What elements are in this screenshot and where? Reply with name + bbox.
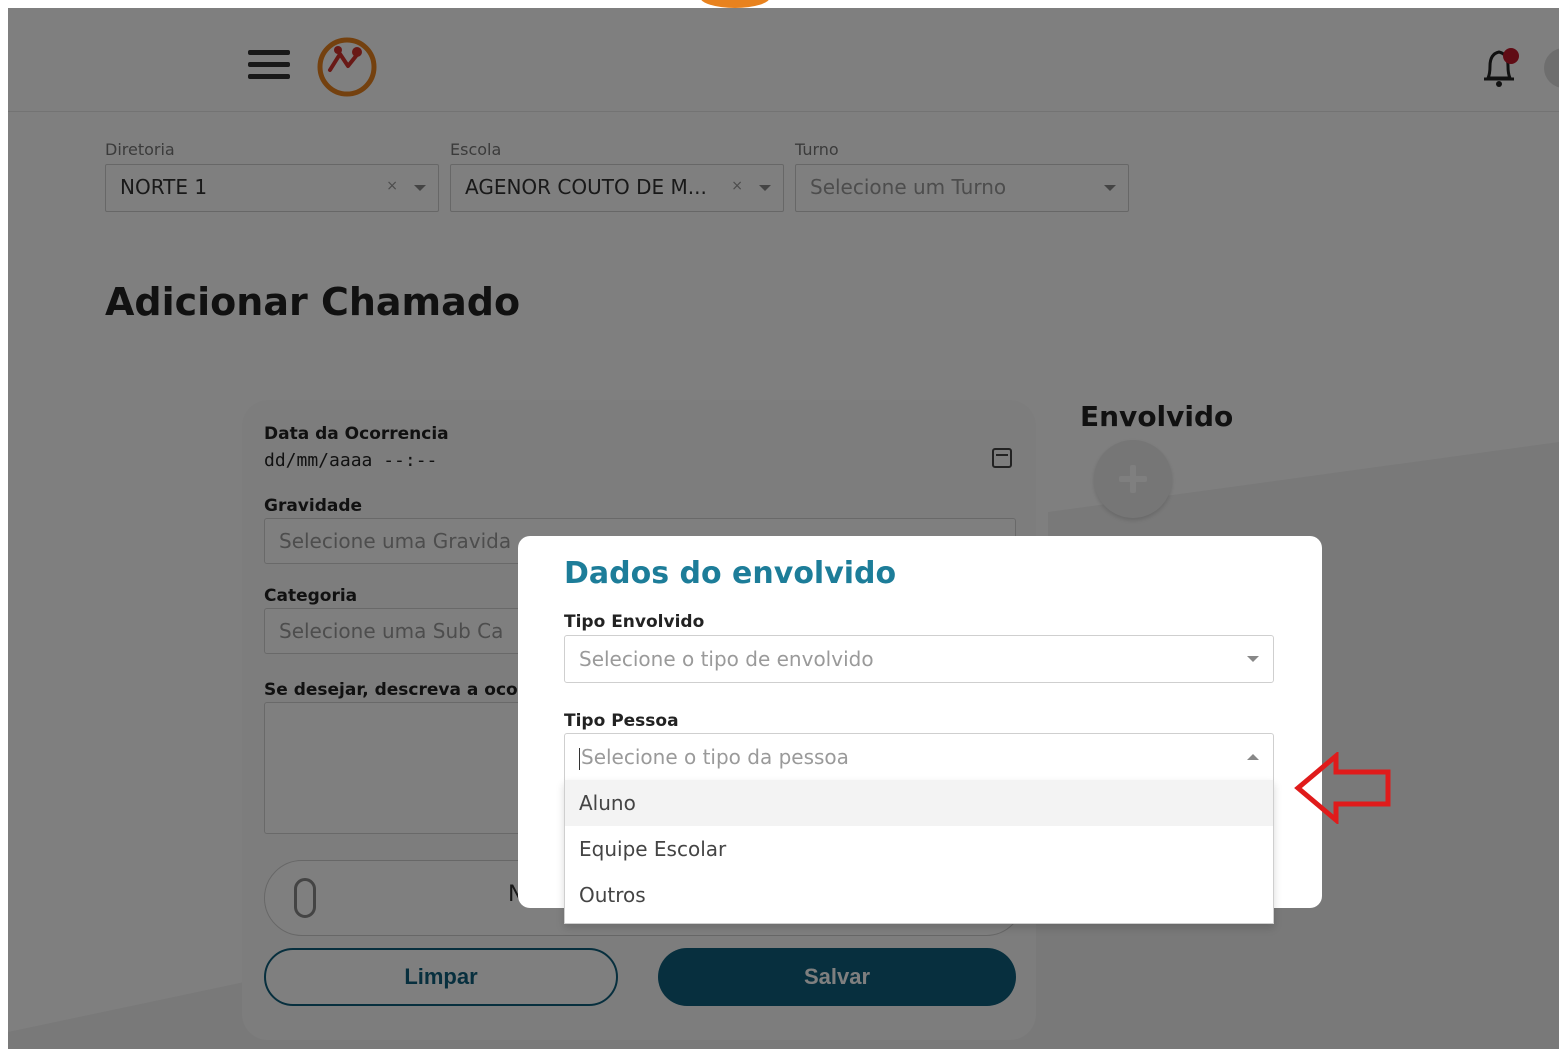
tipo-pessoa-placeholder: Selecione o tipo da pessoa [581,745,849,769]
tipo-pessoa-select[interactable]: Selecione o tipo da pessoa [564,733,1274,781]
tipo-envolvido-label: Tipo Envolvido [564,612,705,632]
tipo-pessoa-label: Tipo Pessoa [564,711,679,731]
modal-title: Dados do envolvido [564,556,897,591]
tipo-pessoa-dropdown: Aluno Equipe Escolar Outros [564,780,1274,924]
option-outros[interactable]: Outros [565,872,1273,918]
chevron-up-icon[interactable] [1247,754,1259,760]
text-cursor [579,747,580,770]
option-equipe-escolar[interactable]: Equipe Escolar [565,826,1273,872]
option-aluno[interactable]: Aluno [565,780,1273,826]
logo-fragment [700,0,770,8]
tipo-envolvido-placeholder: Selecione o tipo de envolvido [579,647,874,671]
tipo-envolvido-select[interactable]: Selecione o tipo de envolvido [564,635,1274,683]
app-window: Diretoria NORTE 1 × Escola AGENOR COUTO … [8,8,1559,1049]
chevron-down-icon[interactable] [1247,656,1259,662]
top-strip [0,0,1559,8]
annotation-arrow-icon [1294,752,1391,824]
